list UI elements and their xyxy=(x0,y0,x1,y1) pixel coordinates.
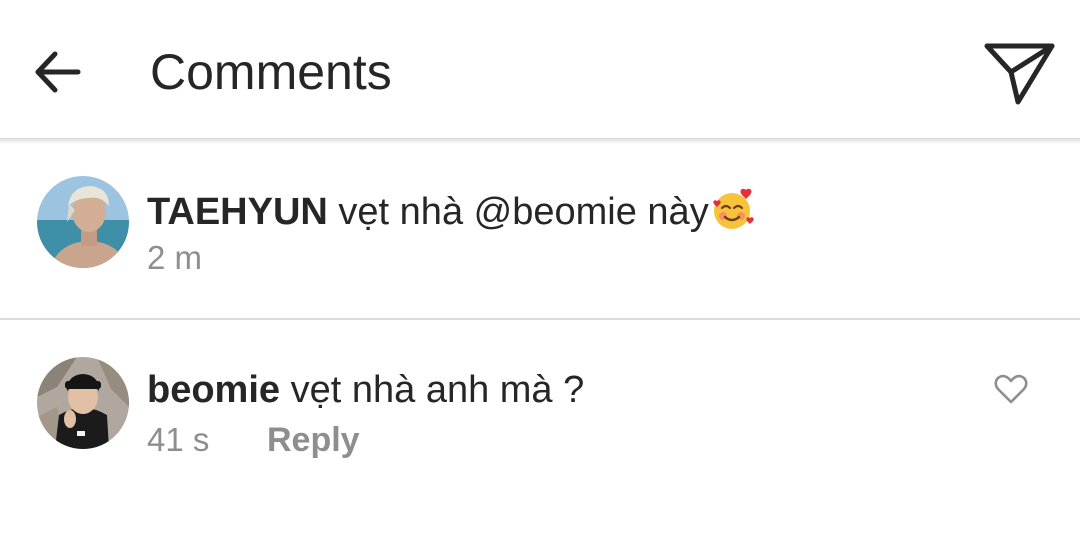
smiling-face-with-hearts-icon xyxy=(710,186,756,244)
caption-text: TAEHYUN vẹt nhà @beomie này xyxy=(147,186,756,244)
caption: TAEHYUN vẹt nhà @beomie này 2 m xyxy=(0,150,1080,318)
back-button[interactable] xyxy=(28,42,88,102)
caption-username[interactable]: TAEHYUN xyxy=(147,191,328,233)
comment-body: vẹt nhà anh mà ? xyxy=(290,369,585,411)
page-title: Comments xyxy=(150,44,392,100)
caption-timestamp: 2 m xyxy=(147,239,203,276)
top-bar: Comments xyxy=(0,0,1080,138)
paper-plane-icon xyxy=(984,43,1055,105)
comment-timestamp: 41 s xyxy=(147,421,210,458)
comment-text: beomie vẹt nhà anh mà ? xyxy=(147,366,584,414)
share-button[interactable] xyxy=(980,38,1060,110)
heart-outline-icon xyxy=(994,374,1028,404)
caption-mention[interactable]: @beomie xyxy=(474,191,637,233)
header-divider xyxy=(0,138,1080,144)
caption-body: vẹt nhà xyxy=(338,191,464,233)
avatar[interactable] xyxy=(37,357,129,449)
caption-body-end: này xyxy=(647,191,709,233)
comment-username[interactable]: beomie xyxy=(147,369,280,411)
arrow-left-icon xyxy=(35,51,81,93)
like-button[interactable] xyxy=(993,372,1029,406)
reply-button[interactable]: Reply xyxy=(267,420,360,460)
avatar[interactable] xyxy=(37,176,129,268)
comment: beomie vẹt nhà anh mà ? 41 s Reply xyxy=(0,320,1080,550)
